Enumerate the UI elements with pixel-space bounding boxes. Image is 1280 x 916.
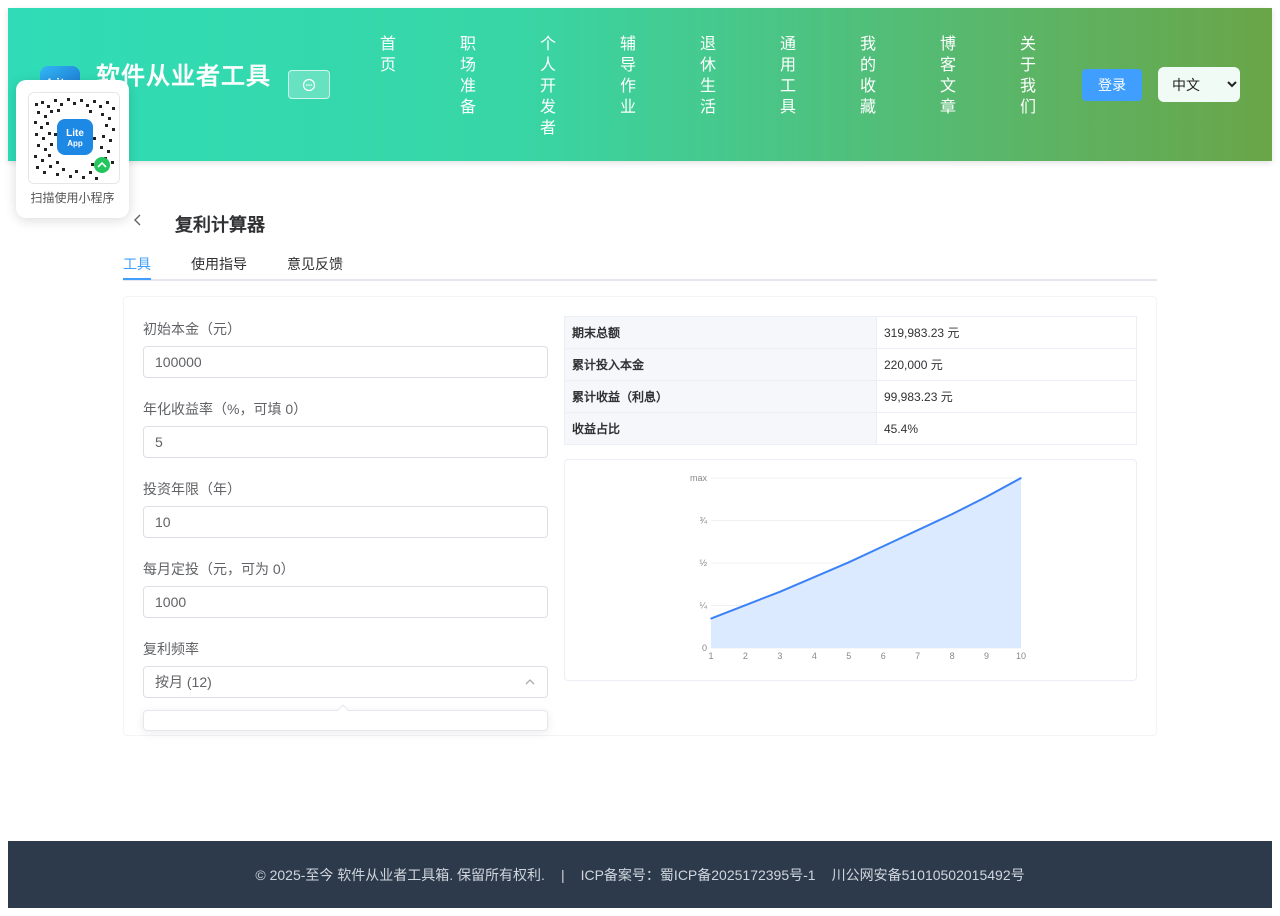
- result-value: 319,983.23 元: [876, 316, 1137, 349]
- mini-program-qr-card: Lite App 扫描使用小程序: [16, 80, 129, 218]
- frequency-dropdown-menu: [143, 704, 548, 731]
- nav-item-retirement[interactable]: 退休生活: [698, 34, 718, 118]
- nav-item-homework[interactable]: 辅导作业: [618, 34, 638, 118]
- site-footer: © 2025-至今 软件从业者工具箱. 保留所有权利. | ICP备案号：蜀IC…: [8, 841, 1272, 908]
- chart-x-tick-label: 7: [915, 651, 920, 661]
- back-arrow-icon[interactable]: [130, 212, 146, 228]
- table-row: 累计收益（利息） 99,983.23 元: [564, 380, 1137, 413]
- monthly-label: 每月定投（元，可为 0）: [143, 561, 295, 577]
- chart-point: [985, 495, 988, 498]
- result-value: 45.4%: [876, 412, 1137, 445]
- footer-separator: |: [560, 866, 565, 883]
- chart-point: [744, 604, 747, 606]
- chart-point: [847, 561, 850, 564]
- tab-feedback[interactable]: 意见反馈: [287, 254, 343, 281]
- frequency-selected-value: 按月 (12): [155, 674, 212, 690]
- result-value: 220,000 元: [876, 348, 1137, 381]
- chart-point: [813, 576, 816, 578]
- growth-chart-card: 0 ¼ ½ ¾ max 1 2 3 4 5 6 7 8 9 10: [564, 459, 1137, 681]
- language-select[interactable]: 中文 English: [1158, 67, 1240, 102]
- chart-point: [710, 617, 712, 620]
- chart-y-tick-label: ¼: [699, 601, 707, 611]
- chart-point: [882, 545, 885, 548]
- footer-copyright: © 2025-至今 软件从业者工具箱. 保留所有权利.: [255, 866, 545, 883]
- chart-x-tick-label: 1: [708, 651, 713, 661]
- chart-x-tick-label: 6: [881, 651, 886, 661]
- nav-item-general-tools[interactable]: 通用工具: [778, 34, 798, 118]
- years-input[interactable]: [143, 506, 548, 538]
- nav-item-favorites[interactable]: 我的收藏: [858, 34, 878, 118]
- chart-x-tick-label: 10: [1016, 651, 1026, 661]
- result-value: 99,983.23 元: [876, 380, 1137, 413]
- chevron-up-icon: [525, 679, 535, 685]
- login-button[interactable]: 登录: [1082, 69, 1142, 101]
- frequency-select[interactable]: 按月 (12): [143, 666, 548, 698]
- result-label: 累计投入本金: [564, 348, 877, 381]
- tab-tool[interactable]: 工具: [123, 254, 151, 281]
- chart-y-tick-label: 0: [702, 643, 707, 653]
- active-tab-indicator: [123, 278, 151, 280]
- page-title: 复利计算器: [175, 215, 265, 235]
- qr-caption: 扫描使用小程序: [30, 191, 115, 205]
- chart-point: [916, 529, 919, 532]
- chart-x-tick-label: 8: [950, 651, 955, 661]
- nav-item-career[interactable]: 职场准备: [458, 34, 478, 118]
- nav-item-blog[interactable]: 博客文章: [938, 34, 958, 118]
- results-table: 期末总额 319,983.23 元 累计投入本金 220,000 元 累计收益（…: [564, 316, 1137, 445]
- chart-x-tick-label: 2: [743, 651, 748, 661]
- qr-code-image: Lite App: [28, 92, 120, 184]
- site-header: Lite 软件从业者工具 首页 职场准备 个人开发者 辅导作业 退休生活 通用工…: [8, 8, 1272, 161]
- result-label: 收益占比: [564, 412, 877, 445]
- frequency-label: 复利频率: [143, 641, 199, 657]
- chart-y-tick-label: ½: [699, 558, 707, 568]
- nav-item-home[interactable]: 首页: [378, 34, 398, 76]
- chat-bubble-icon: [302, 78, 316, 91]
- result-label: 期末总额: [564, 316, 877, 349]
- rate-input[interactable]: [143, 426, 548, 458]
- chart-point: [779, 590, 781, 593]
- table-row: 收益占比 45.4%: [564, 412, 1137, 445]
- nav-item-indie-dev[interactable]: 个人开发者: [538, 34, 558, 139]
- chart-point: [951, 513, 953, 515]
- qr-badge-text-bottom: App: [67, 139, 83, 148]
- table-row: 累计投入本金 220,000 元: [564, 348, 1137, 381]
- monthly-input[interactable]: [143, 586, 548, 618]
- chat-button[interactable]: [288, 70, 330, 99]
- growth-chart: 0 ¼ ½ ¾ max 1 2 3 4 5 6 7 8 9 10: [690, 473, 1026, 661]
- chart-x-tick-label: 3: [777, 651, 782, 661]
- chart-x-tick-label: 4: [812, 651, 817, 661]
- years-label: 投资年限（年）: [143, 481, 241, 497]
- footer-icp-link[interactable]: ICP备案号：蜀ICP备2025172395号-1: [581, 865, 816, 885]
- rate-label: 年化收益率（%，可填 0）: [143, 401, 308, 417]
- chart-x-tick-label: 5: [846, 651, 851, 661]
- footer-police-link[interactable]: 川公网安备51010502015492号: [832, 865, 1025, 885]
- table-row: 期末总额 319,983.23 元: [564, 316, 1137, 349]
- chart-point: [1020, 477, 1022, 479]
- principal-label: 初始本金（元）: [143, 321, 241, 337]
- tab-guide[interactable]: 使用指导: [191, 254, 247, 281]
- nav-item-about[interactable]: 关于我们: [1018, 34, 1038, 118]
- qr-badge-text-top: Lite: [66, 128, 84, 139]
- chart-y-tick-label: max: [690, 473, 708, 483]
- chart-x-tick-label: 9: [984, 651, 989, 661]
- tab-bar: 工具 使用指导 意见反馈: [123, 252, 1157, 281]
- chart-y-tick-label: ¾: [699, 516, 707, 526]
- result-label: 累计收益（利息）: [564, 380, 877, 413]
- principal-input[interactable]: [143, 346, 548, 378]
